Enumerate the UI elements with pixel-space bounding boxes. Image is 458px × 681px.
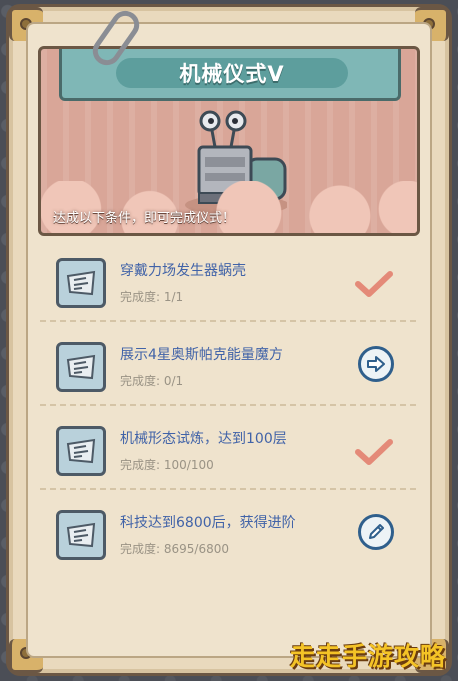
go-button[interactable]	[358, 346, 394, 382]
task-name: 穿戴力场发生器蜗壳	[120, 263, 246, 279]
ritual-banner: 机械仪式V 达成以下条件，即可完成仪式！	[38, 46, 420, 236]
site-watermark: 走走手游攻略	[289, 642, 446, 671]
ritual-title: 机械仪式V	[179, 62, 285, 86]
ritual-task-icon	[56, 510, 106, 560]
advance-button[interactable]	[358, 514, 394, 550]
condition-note: 达成以下条件，即可完成仪式！	[53, 211, 236, 226]
progress-value: 100/100	[163, 458, 214, 472]
progress-value: 8695/6800	[163, 542, 229, 556]
task-name: 机械形态试炼，达到100层	[120, 431, 287, 447]
title-ribbon: 机械仪式V	[116, 58, 348, 88]
task-row: 科技达到6800后，获得进阶 完成度: 8695/6800	[40, 496, 416, 574]
task-name: 科技达到6800后，获得进阶	[120, 515, 296, 531]
task-progress: 完成度: 0/1	[120, 372, 183, 389]
pencil-icon	[369, 524, 384, 539]
task-list: 穿戴力场发生器蜗壳 完成度: 1/1 展示4星奥斯帕克能量魔方 完成度: 0/1	[40, 240, 416, 600]
task-row: 展示4星奥斯帕克能量魔方 完成度: 0/1	[40, 328, 416, 406]
check-icon	[355, 439, 393, 465]
task-progress: 完成度: 1/1	[120, 288, 183, 305]
task-row: 穿戴力场发生器蜗壳 完成度: 1/1	[40, 244, 416, 322]
task-name: 展示4星奥斯帕克能量魔方	[120, 347, 283, 363]
check-icon	[355, 271, 393, 297]
ritual-task-icon	[56, 258, 106, 308]
progress-label: 完成度:	[120, 458, 161, 472]
task-row: 机械形态试炼，达到100层 完成度: 100/100	[40, 412, 416, 490]
task-progress: 完成度: 100/100	[120, 456, 214, 473]
task-progress: 完成度: 8695/6800	[120, 540, 229, 557]
progress-label: 完成度:	[120, 542, 161, 556]
progress-label: 完成度:	[120, 290, 161, 304]
progress-label: 完成度:	[120, 374, 161, 388]
progress-value: 1/1	[163, 290, 184, 304]
ritual-task-icon	[56, 426, 106, 476]
arrow-right-icon	[367, 356, 385, 372]
ritual-task-icon	[56, 342, 106, 392]
progress-value: 0/1	[163, 374, 184, 388]
